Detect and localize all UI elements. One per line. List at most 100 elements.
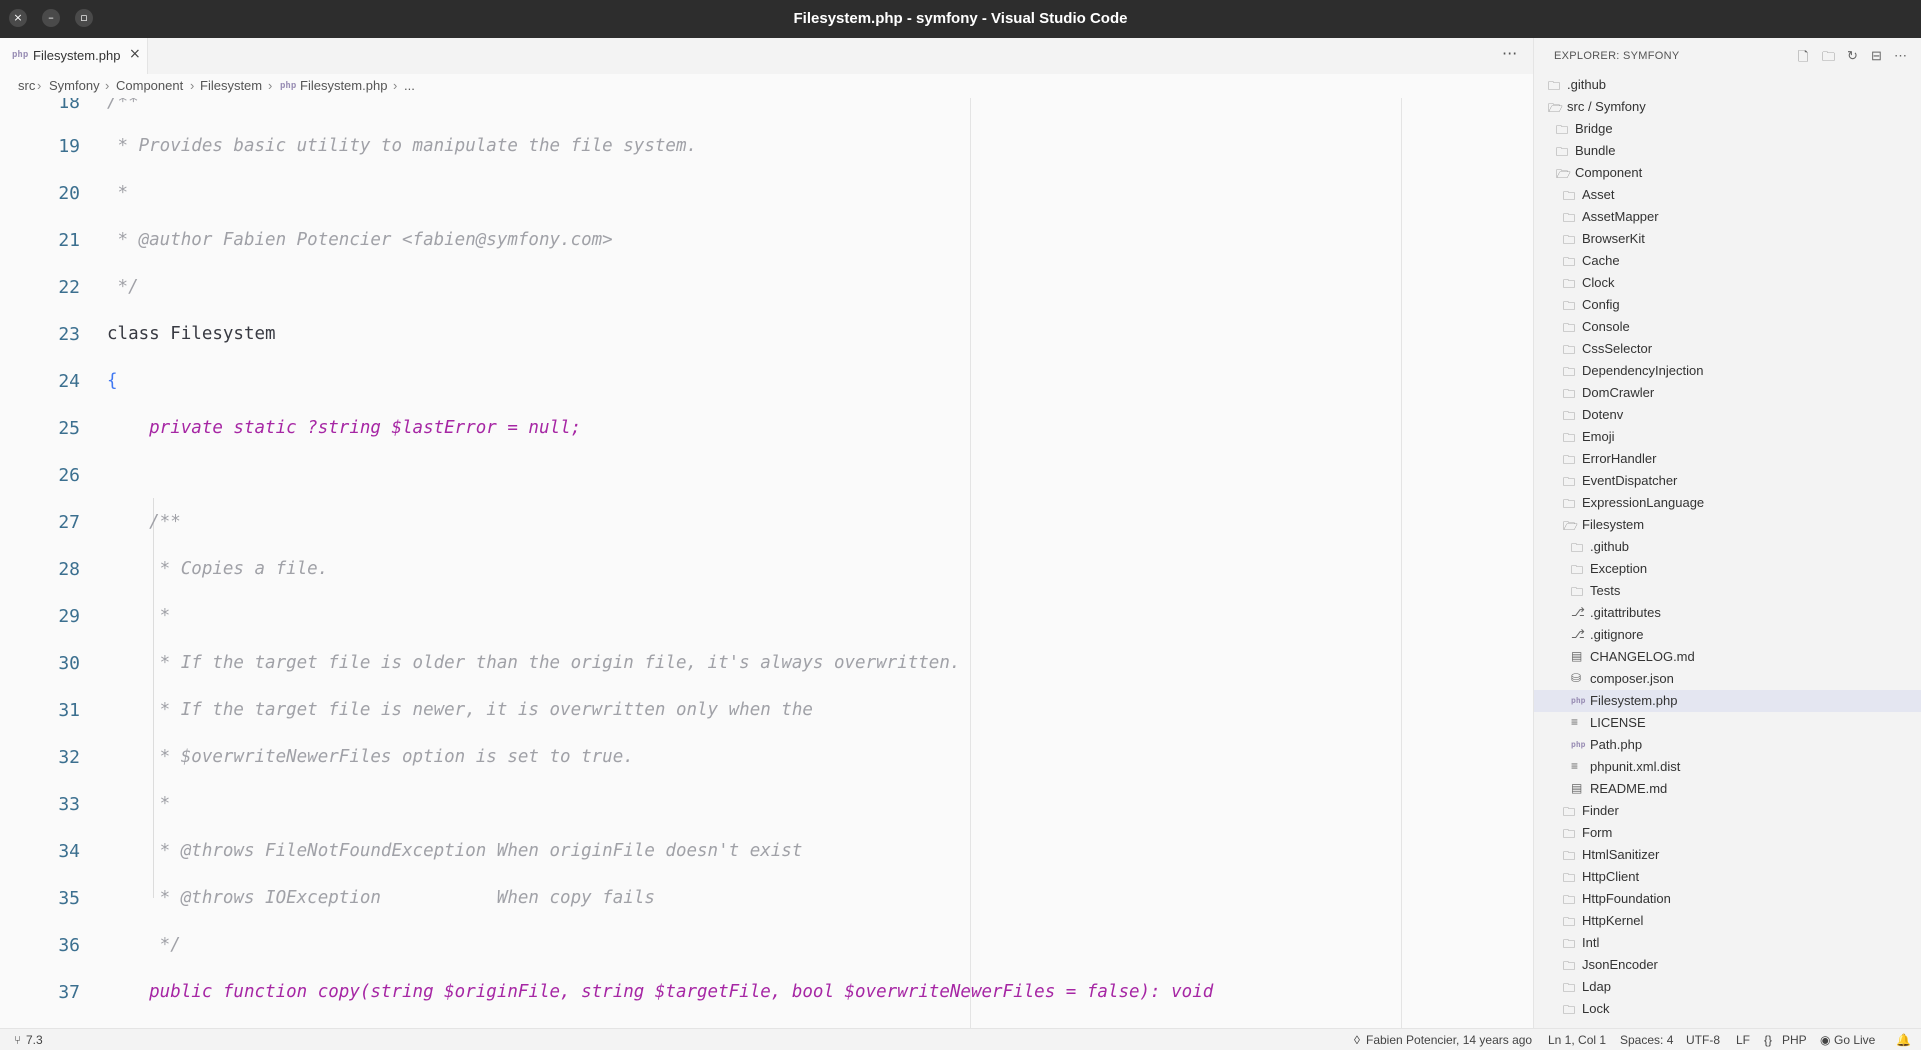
explorer-item[interactable]: php Path.php <box>1534 734 1921 756</box>
explorer-item[interactable]: 🗀 Cache <box>1534 250 1921 272</box>
explorer-item-label: Cache <box>1582 253 1620 268</box>
explorer-item[interactable]: 🗀 Bridge <box>1534 118 1921 140</box>
code-token: * $overwriteNewerFiles option is set to … <box>107 747 634 767</box>
explorer-item[interactable]: 🗁 src / Symfony <box>1534 96 1921 118</box>
status-language[interactable]: PHP <box>1782 1033 1807 1047</box>
explorer-item[interactable]: ≡ phpunit.xml.dist <box>1534 756 1921 778</box>
explorer-item[interactable]: ▤ README.md <box>1534 778 1921 800</box>
explorer-item[interactable]: 🗀 Config <box>1534 294 1921 316</box>
explorer-item[interactable]: 🗀 Finder <box>1534 800 1921 822</box>
explorer-item[interactable]: 🗀 ErrorHandler <box>1534 448 1921 470</box>
more-icon[interactable]: ⋯ <box>1894 48 1907 64</box>
explorer-item[interactable]: ⎇ .gitattributes <box>1534 602 1921 624</box>
refresh-icon[interactable]: ↻ <box>1847 48 1858 64</box>
markdown-book-icon: ▤ <box>1571 649 1583 663</box>
folder-icon: 🗀 <box>1563 189 1576 203</box>
tab-label: Filesystem.php <box>33 48 121 63</box>
line-number: 35 <box>58 888 80 909</box>
explorer-item-label: phpunit.xml.dist <box>1590 759 1681 774</box>
explorer-item[interactable]: 🗀 Emoji <box>1534 426 1921 448</box>
code-editor[interactable]: 18 /** 19 * Provides basic utility to ma… <box>0 98 1533 1028</box>
explorer-item[interactable]: 🗀 Asset <box>1534 184 1921 206</box>
bell-icon[interactable]: 🔔 <box>1896 1033 1911 1047</box>
code-line: * Copies a file. <box>107 559 329 579</box>
explorer-item[interactable]: 🗀 Dotenv <box>1534 404 1921 426</box>
explorer-item[interactable]: 🗀 Tests <box>1534 580 1921 602</box>
breadcrumb-item[interactable]: Filesystem.php <box>300 78 387 93</box>
explorer-item[interactable]: 🗀 AssetMapper <box>1534 206 1921 228</box>
status-blame[interactable]: Fabien Potencier, 14 years ago <box>1366 1033 1532 1047</box>
status-position[interactable]: Ln 1, Col 1 <box>1548 1033 1606 1047</box>
explorer-item[interactable]: 🗀 .github <box>1534 74 1921 96</box>
explorer-item[interactable]: 🗀 Console <box>1534 316 1921 338</box>
explorer-item[interactable]: ⛁ composer.json <box>1534 668 1921 690</box>
chevron-right-icon: › <box>268 78 273 93</box>
new-folder-icon[interactable]: 🗀 <box>1822 48 1835 70</box>
explorer-item[interactable]: 🗀 .github <box>1534 536 1921 558</box>
explorer-item-label: Exception <box>1590 561 1648 576</box>
explorer-item[interactable]: ≡ LICENSE <box>1534 712 1921 734</box>
explorer-item[interactable]: 🗀 Form <box>1534 822 1921 844</box>
explorer-item-label: Dotenv <box>1582 407 1624 422</box>
code-token: public function copy(string $originFile,… <box>107 982 1214 1002</box>
explorer-item[interactable]: 🗀 HttpFoundation <box>1534 888 1921 910</box>
status-eol[interactable]: LF <box>1736 1033 1750 1047</box>
explorer-item[interactable]: ⎇ .gitignore <box>1534 624 1921 646</box>
new-file-icon[interactable]: 🗋 <box>1798 48 1808 70</box>
explorer-item[interactable]: 🗀 HttpKernel <box>1534 910 1921 932</box>
explorer-item[interactable]: 🗀 DomCrawler <box>1534 382 1921 404</box>
git-icon: ⎇ <box>1571 605 1585 619</box>
code-token: * @throws IOException When copy fails <box>107 888 655 908</box>
explorer-item-label: Form <box>1582 825 1613 840</box>
breadcrumb-item[interactable]: Filesystem <box>200 78 262 93</box>
explorer-item[interactable]: 🗀 BrowserKit <box>1534 228 1921 250</box>
explorer-item[interactable]: 🗀 ExpressionLanguage <box>1534 492 1921 514</box>
collapse-all-icon[interactable]: ⊟ <box>1871 48 1882 64</box>
explorer-item[interactable]: 🗀 HtmlSanitizer <box>1534 844 1921 866</box>
breadcrumb-item[interactable]: ... <box>404 78 415 93</box>
tab-filesystem-php[interactable]: php Filesystem.php × <box>0 38 148 74</box>
explorer-item-label: BrowserKit <box>1582 231 1645 246</box>
explorer-item-label: HttpClient <box>1582 869 1640 884</box>
status-golive[interactable]: Go Live <box>1834 1033 1875 1047</box>
code-token: class Filesystem <box>107 324 276 344</box>
line-number: 34 <box>58 841 80 862</box>
folder-icon: 🗀 <box>1563 277 1576 291</box>
explorer-item-label: HttpKernel <box>1582 913 1644 928</box>
explorer-item-label: Tests <box>1590 583 1621 598</box>
explorer-item[interactable]: php Filesystem.php <box>1534 690 1921 712</box>
folder-icon: 🗀 <box>1563 343 1576 357</box>
folder-icon: 🗀 <box>1563 1003 1576 1017</box>
explorer-item[interactable]: 🗀 Lock <box>1534 998 1921 1020</box>
explorer-item[interactable]: 🗀 Clock <box>1534 272 1921 294</box>
status-branch[interactable]: 7.3 <box>26 1033 43 1047</box>
line-number: 22 <box>58 277 80 298</box>
line-number: 29 <box>58 606 80 627</box>
folder-open-icon: 🗁 <box>1556 167 1571 181</box>
close-tab-icon[interactable]: × <box>129 46 141 62</box>
breadcrumb-item[interactable]: src <box>18 78 35 93</box>
breadcrumb-item[interactable]: Component <box>116 78 183 93</box>
explorer-item[interactable]: 🗀 JsonEncoder <box>1534 954 1921 976</box>
explorer-item[interactable]: 🗀 EventDispatcher <box>1534 470 1921 492</box>
explorer-item[interactable]: 🗀 HttpClient <box>1534 866 1921 888</box>
explorer-item[interactable]: 🗁 Filesystem <box>1534 514 1921 536</box>
vertical-ruler <box>1401 98 1402 1028</box>
explorer-item[interactable]: 🗀 CssSelector <box>1534 338 1921 360</box>
explorer-item-label: Filesystem <box>1582 517 1645 532</box>
line-number: 30 <box>58 653 80 674</box>
explorer-item[interactable]: 🗀 Intl <box>1534 932 1921 954</box>
explorer-item-label: composer.json <box>1590 671 1674 686</box>
explorer-item[interactable]: 🗀 Bundle <box>1534 140 1921 162</box>
explorer-item[interactable]: 🗀 Exception <box>1534 558 1921 580</box>
status-spaces[interactable]: Spaces: 4 <box>1620 1033 1673 1047</box>
explorer-item-label: Path.php <box>1590 737 1643 752</box>
more-actions-icon[interactable]: ··· <box>1502 44 1517 63</box>
explorer-item[interactable]: 🗀 DependencyInjection <box>1534 360 1921 382</box>
breadcrumb-item[interactable]: Symfony <box>49 78 100 93</box>
status-encoding[interactable]: UTF-8 <box>1686 1033 1720 1047</box>
explorer-item[interactable]: 🗁 Component <box>1534 162 1921 184</box>
explorer-item[interactable]: ▤ CHANGELOG.md <box>1534 646 1921 668</box>
folder-icon: 🗀 <box>1548 79 1561 93</box>
explorer-item[interactable]: 🗀 Ldap <box>1534 976 1921 998</box>
